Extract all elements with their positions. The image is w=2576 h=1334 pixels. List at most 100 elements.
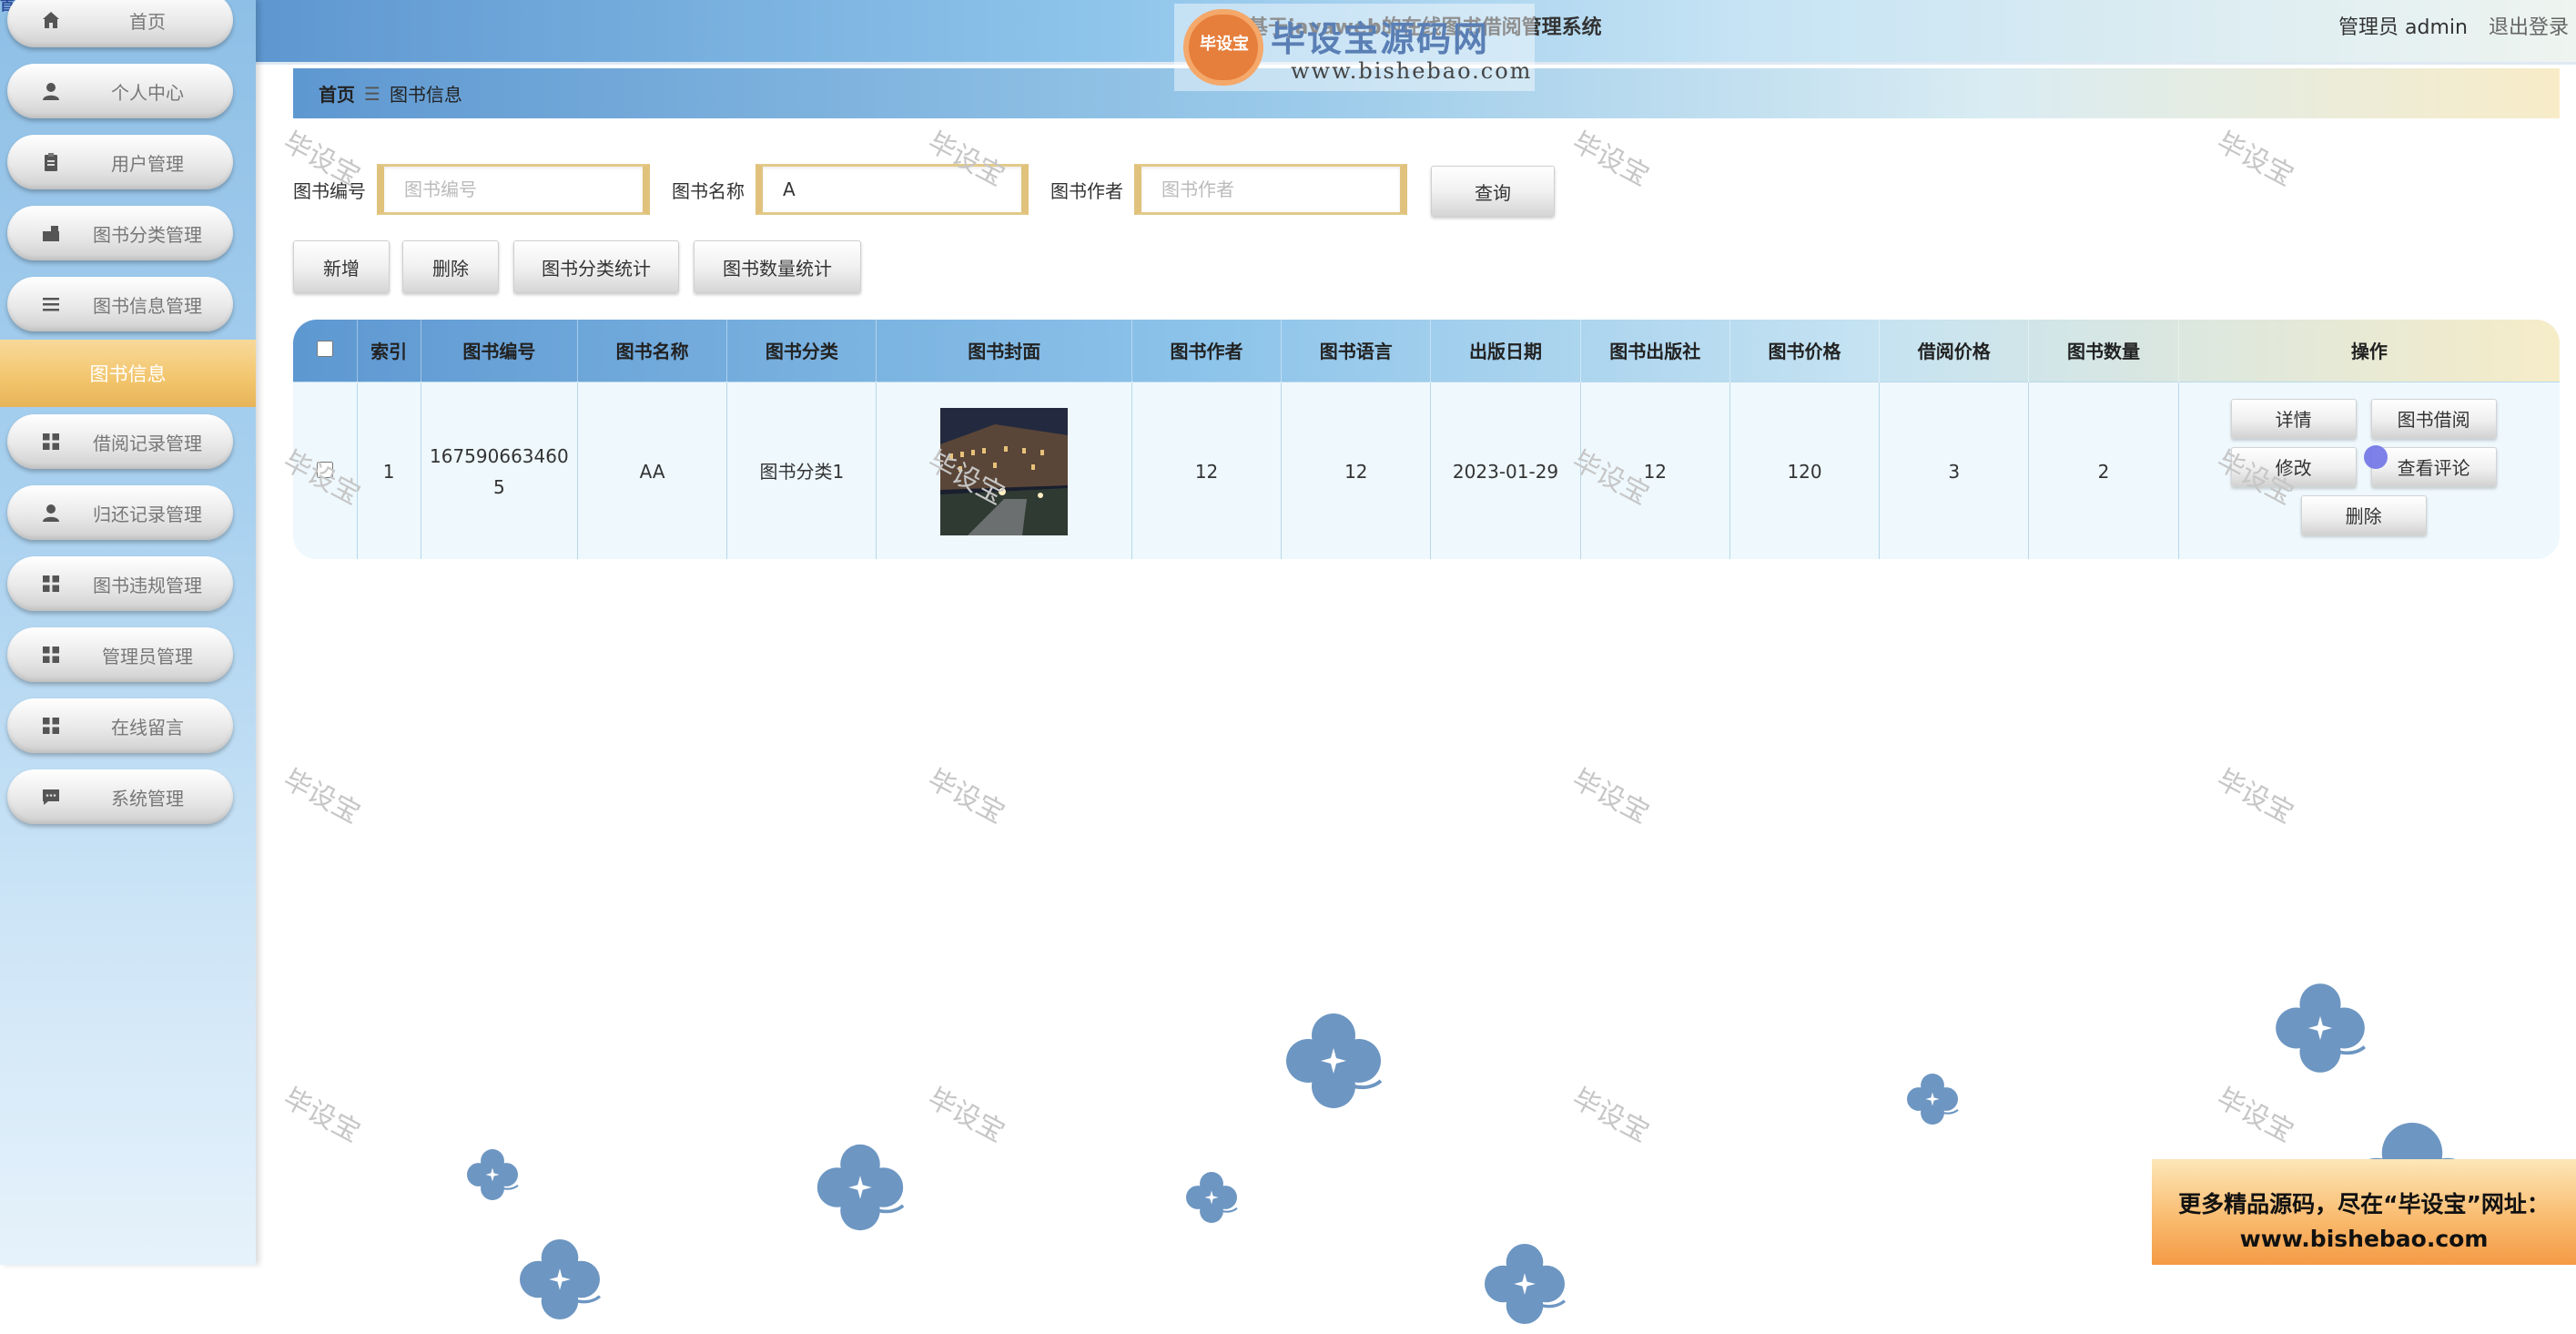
cell-publisher: 12 <box>1580 381 1730 559</box>
select-all-cell <box>293 320 358 382</box>
cell-publish-date: 2023-01-29 <box>1430 381 1581 559</box>
cell-language: 12 <box>1281 381 1432 559</box>
clover-decoration-icon <box>1905 1072 1960 1126</box>
delete-button[interactable]: 删除 <box>402 240 499 293</box>
logo-url: www.bishebao.com <box>1291 58 1533 84</box>
promo-url: www.bishebao.com <box>2239 1226 2489 1252</box>
column-header: 图书出版社 <box>1580 320 1730 382</box>
clover-decoration-icon <box>1184 1170 1239 1225</box>
promo-banner[interactable]: 更多精品源码，尽在“毕设宝”网址： www.bishebao.com <box>2152 1159 2576 1265</box>
book-no-label: 图书编号 <box>293 180 366 202</box>
book-no-line: 5 <box>492 476 505 498</box>
mouse-cursor-icon <box>2363 444 2388 469</box>
add-button[interactable]: 新增 <box>293 240 390 293</box>
column-header: 图书编号 <box>421 320 578 382</box>
book-no-line: 167590663460 <box>430 445 569 467</box>
sidebar-item-borrow-records[interactable]: 借阅记录管理 <box>7 414 233 469</box>
book-name-input[interactable] <box>756 164 1029 215</box>
quantity-stats-button[interactable]: 图书数量统计 <box>694 240 861 293</box>
cell-book-no: 167590663460 5 <box>421 381 578 559</box>
sidebar-item-label: 图书违规管理 <box>93 574 202 596</box>
promo-line: 更多精品源码，尽在“毕设宝”网址： <box>2178 1191 2550 1217</box>
breadcrumb-separator-icon: ☰ <box>364 82 380 105</box>
sidebar-item-label: 图书信息管理 <box>93 294 202 317</box>
sidebar-item-label: 归还记录管理 <box>93 503 202 525</box>
user-area: 管理员 admin 退出登录 <box>2338 11 2569 40</box>
table-header-row: 索引 图书编号 图书名称 图书分类 图书封面 图书作者 图书语言 出版日期 图书… <box>293 320 2560 382</box>
watermark-text: 毕设宝 <box>278 1082 366 1149</box>
breadcrumb-home[interactable]: 首页 <box>319 80 355 107</box>
sidebar-item-label: 用户管理 <box>111 152 184 175</box>
clover-decoration-icon <box>465 1147 520 1202</box>
watermark-text: 毕设宝 <box>922 1082 1010 1149</box>
sidebar-item-admins[interactable]: 管理员管理 <box>7 627 233 682</box>
author-label: 图书作者 <box>1050 180 1123 202</box>
logo-badge: 毕设宝 <box>1183 9 1263 86</box>
clover-decoration-icon <box>2274 982 2367 1074</box>
watermark-text: 毕设宝 <box>1567 1082 1655 1149</box>
author-input[interactable] <box>1134 164 1407 215</box>
column-header: 图书价格 <box>1729 320 1881 382</box>
column-header: 借阅价格 <box>1879 320 2030 382</box>
logo-badge-text: 毕设宝 <box>1200 35 1249 54</box>
cell-cover <box>876 381 1132 559</box>
sidebar-item-system[interactable]: 系统管理 <box>7 769 233 824</box>
watermark-text: 毕设宝 <box>278 763 366 830</box>
row-checkbox[interactable] <box>316 462 333 478</box>
grid-icon <box>43 433 59 450</box>
sidebar-item-label: 借阅记录管理 <box>93 432 202 454</box>
row-select-cell <box>293 381 358 559</box>
sidebar-item-violations[interactable]: 图书违规管理 <box>7 556 233 611</box>
watermark-logo: 毕设宝 毕设宝源码网 www.bishebao.com <box>1174 4 1535 91</box>
sidebar: 首页 首页 个人中心 用户管理 图书分类管理 图书信息管理 图书信息 借阅记录管… <box>0 0 256 1265</box>
column-header: 图书封面 <box>876 320 1132 382</box>
sidebar-item-home[interactable]: 首页 <box>7 0 233 47</box>
watermark-text: 毕设宝 <box>1567 763 1655 830</box>
column-header: 图书分类 <box>726 320 877 382</box>
logo-title: 毕设宝源码网 <box>1271 19 1490 59</box>
username: admin <box>2405 16 2468 39</box>
book-table: 索引 图书编号 图书名称 图书分类 图书封面 图书作者 图书语言 出版日期 图书… <box>293 320 2560 559</box>
sidebar-item-label: 在线留言 <box>111 716 184 738</box>
sidebar-item-label: 个人中心 <box>111 81 184 104</box>
cell-quantity: 2 <box>2028 381 2179 559</box>
category-stats-button[interactable]: 图书分类统计 <box>513 240 679 293</box>
user-role: 管理员 <box>2338 16 2399 39</box>
list-icon <box>43 298 59 311</box>
user-icon <box>43 504 59 522</box>
edit-button[interactable]: 修改 <box>2230 446 2357 487</box>
watermark-text: 毕设宝 <box>2211 1082 2299 1149</box>
column-header: 图书语言 <box>1281 320 1432 382</box>
home-icon <box>43 12 59 28</box>
column-header: 出版日期 <box>1430 320 1581 382</box>
clover-decoration-icon <box>518 1237 602 1321</box>
query-button[interactable]: 查询 <box>1431 166 1555 217</box>
sidebar-item-profile[interactable]: 个人中心 <box>7 64 233 118</box>
grid-icon <box>43 718 59 734</box>
cell-index: 1 <box>357 381 421 559</box>
borrow-button[interactable]: 图书借阅 <box>2370 398 2497 439</box>
view-comments-button[interactable]: 查看评论 <box>2370 446 2497 487</box>
clover-decoration-icon <box>1483 1242 1567 1326</box>
column-header: 操作 <box>2350 341 2388 363</box>
sidebar-item-users[interactable]: 用户管理 <box>7 135 233 189</box>
watermark-text: 毕设宝 <box>922 763 1010 830</box>
sidebar-item-book-info-manage[interactable]: 图书信息管理 <box>7 277 233 331</box>
cell-category: 图书分类1 <box>726 381 877 559</box>
table-row: 1 167590663460 5 AA 图书分类1 12 12 2023-01-… <box>293 381 2560 559</box>
sidebar-item-messages[interactable]: 在线留言 <box>7 698 233 753</box>
book-no-input[interactable] <box>377 164 650 215</box>
sidebar-item-return-records[interactable]: 归还记录管理 <box>7 485 233 540</box>
sidebar-item-book-category[interactable]: 图书分类管理 <box>7 206 233 260</box>
logout-link[interactable]: 退出登录 <box>2489 16 2569 39</box>
search-form: 图书编号 图书名称 图书作者 查询 <box>293 164 1658 217</box>
sidebar-item-label: 首页 <box>129 10 166 33</box>
row-delete-button[interactable]: 删除 <box>2300 494 2427 535</box>
clover-decoration-icon <box>815 1142 906 1233</box>
sidebar-subitem-label: 图书信息 <box>89 363 167 385</box>
cell-book-name: AA <box>577 381 728 559</box>
book-cover-image <box>940 408 1069 535</box>
detail-button[interactable]: 详情 <box>2230 398 2357 439</box>
select-all-checkbox[interactable] <box>316 340 333 357</box>
sidebar-subitem-book-info[interactable]: 图书信息 <box>0 340 256 407</box>
